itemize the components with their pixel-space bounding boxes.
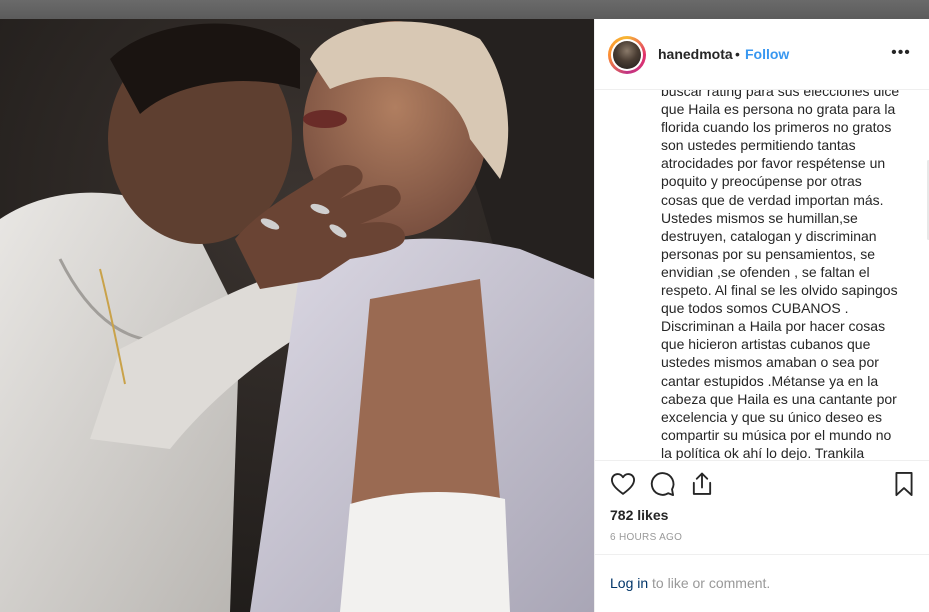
avatar[interactable] [608, 36, 646, 74]
caption-line: cantar estupidos .Métanse ya en la [661, 372, 879, 389]
caption-line: Ustedes mismos se humillan,se [661, 209, 858, 226]
caption-line: son ustedes permitiendo tantas [661, 137, 856, 154]
post-header: hanedmota • Follow ••• [595, 19, 929, 90]
caption-line: florida cuando los primeros no gratos [661, 119, 892, 136]
heart-icon[interactable] [609, 470, 637, 498]
caption-line: buscar rating para sus elecciones dice [661, 90, 900, 99]
caption-line: cabeza que Haila es una cantante por [661, 390, 897, 407]
caption-line: que Haila es persona no grata para la [661, 101, 896, 118]
caption-line: destruyen, catalogan y discriminan [661, 227, 877, 244]
login-prompt: Log in to like or comment. [610, 575, 770, 591]
caption-line: envidian ,se ofenden , se faltan el [661, 263, 870, 280]
caption-line: respeto. Al final se les olvido sapingos [661, 282, 898, 299]
caption-line: la política ok ahí lo dejo. Trankila [661, 444, 865, 461]
caption-line: cosas que de verdad importan más. [661, 191, 884, 208]
caption-line: compartir su música por el mundo no [661, 426, 892, 443]
post-side-panel: hanedmota • Follow ••• buscar rating par… [594, 19, 929, 612]
caption-line: excelencia y que su único deseo es [661, 408, 883, 425]
caption-line: que hicieron artistas cubanos que [661, 336, 871, 353]
caption-line: personas por su pensamientos, se [661, 245, 876, 262]
action-bar [595, 462, 929, 506]
share-icon[interactable] [688, 470, 716, 498]
caption-line: ustedes mismos amaban o sea por [661, 354, 879, 371]
caption-line: que todos somos CUBANOS . [661, 300, 849, 317]
login-prompt-text: to like or comment. [648, 575, 771, 591]
comment-divider [595, 554, 929, 555]
bookmark-icon[interactable] [890, 470, 918, 498]
comment-icon[interactable] [648, 470, 676, 498]
caption-line: poquito y preocúpense por otras [661, 173, 862, 190]
caption-scrollbar[interactable] [925, 90, 929, 460]
follow-button[interactable]: Follow [745, 46, 789, 62]
caption-line: Discriminan a Haila por hacer cosas [661, 318, 886, 335]
post-photo [0, 19, 594, 612]
more-options-icon[interactable]: ••• [889, 45, 913, 62]
caption-scroll-area[interactable]: buscar rating para sus elecciones dice qu… [595, 90, 929, 461]
post-caption: buscar rating para sus elecciones dice qu… [661, 90, 915, 461]
avatar-photo [613, 41, 641, 69]
login-link[interactable]: Log in [610, 575, 648, 591]
post-timestamp[interactable]: 6 HOURS AGO [610, 532, 682, 543]
avatar-ring [611, 39, 643, 71]
likes-count[interactable]: 782 likes [610, 507, 668, 523]
username-link[interactable]: hanedmota [658, 46, 733, 62]
post-photo-art [0, 19, 594, 612]
caption-line: atrocidades por favor respétense un [661, 155, 886, 172]
header-separator: • [735, 46, 740, 62]
